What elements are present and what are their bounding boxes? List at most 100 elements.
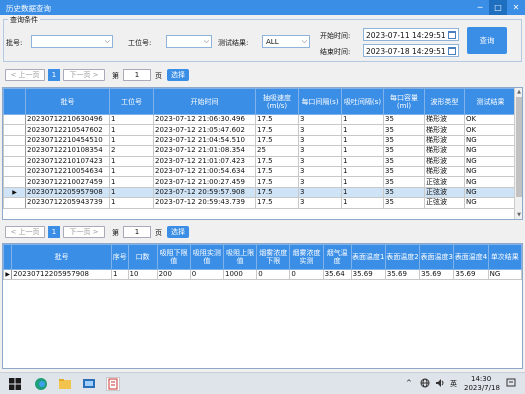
table-cell[interactable]: NG bbox=[487, 268, 522, 281]
prev-page-button[interactable]: < 上一页 bbox=[5, 69, 45, 81]
table-cell[interactable]: 17.5 bbox=[255, 124, 299, 136]
row-header[interactable] bbox=[3, 124, 26, 136]
table-cell[interactable]: 35.69 bbox=[384, 268, 421, 281]
table-cell[interactable]: 梯形波 bbox=[424, 145, 465, 157]
query-button[interactable]: 查询 bbox=[467, 27, 507, 54]
maximize-button[interactable]: □ bbox=[489, 0, 507, 15]
column-header[interactable]: 吸阻实测值 bbox=[189, 244, 225, 270]
network-icon[interactable] bbox=[420, 378, 430, 390]
file-explorer-icon[interactable] bbox=[58, 377, 72, 391]
table-cell[interactable]: 35.69 bbox=[419, 268, 455, 281]
table-cell[interactable]: 1 bbox=[341, 134, 384, 147]
station-combo[interactable]: ⌵ bbox=[166, 35, 212, 48]
row-header[interactable] bbox=[3, 165, 26, 178]
batch-combo[interactable]: ⌵ bbox=[31, 35, 113, 48]
table-row[interactable]: 20230712210108354 2 2023-07-12 21:01:08.35… bbox=[3, 145, 517, 157]
goto-select-button[interactable]: 选择 bbox=[167, 226, 189, 238]
table-cell[interactable]: 1 bbox=[109, 113, 154, 126]
current-page[interactable]: 1 bbox=[48, 226, 60, 238]
history-grid[interactable]: 批号 工位号 开始时间 抽吸速度(ml/s) 每口间隔(s) 吸吐间隔(s) 每口容量(ml… bbox=[2, 87, 523, 220]
column-header[interactable]: 工位号 bbox=[109, 88, 154, 115]
table-cell[interactable]: 1 bbox=[109, 176, 154, 188]
table-cell[interactable]: 20230712210547602 bbox=[25, 124, 110, 136]
table-cell[interactable]: 35 bbox=[383, 134, 425, 147]
column-header[interactable]: 单次结果 bbox=[487, 244, 522, 270]
clock-date[interactable]: 2023/7/18 bbox=[464, 384, 500, 392]
table-row[interactable]: 20230712210054634 1 2023-07-12 21:00:54.63… bbox=[3, 165, 517, 178]
row-header[interactable]: ▶ bbox=[3, 186, 26, 199]
table-cell[interactable]: NG bbox=[464, 197, 517, 209]
table-cell[interactable]: 1000 bbox=[222, 268, 258, 281]
table-cell[interactable]: 1 bbox=[341, 186, 384, 199]
table-cell[interactable]: 17.5 bbox=[255, 134, 299, 147]
column-header[interactable]: 波形类型 bbox=[424, 88, 465, 115]
column-header[interactable]: 表面温度2 bbox=[384, 244, 421, 270]
column-header[interactable]: 吸阻上限值 bbox=[222, 244, 258, 270]
goto-page-input[interactable]: 1 bbox=[123, 69, 151, 81]
row-header[interactable] bbox=[3, 134, 26, 147]
table-cell[interactable]: 35 bbox=[383, 155, 425, 167]
goto-page-input[interactable]: 1 bbox=[123, 226, 151, 238]
calendar-icon[interactable] bbox=[448, 47, 456, 55]
table-cell[interactable]: 20230712210107423 bbox=[25, 155, 110, 167]
next-page-button[interactable]: 下一页 > bbox=[63, 226, 105, 238]
notification-icon[interactable] bbox=[506, 378, 516, 390]
table-cell[interactable]: OK bbox=[464, 124, 517, 136]
goto-select-button[interactable]: 选择 bbox=[167, 69, 189, 81]
column-header[interactable]: 批号 bbox=[25, 88, 110, 115]
table-cell[interactable]: 梯形波 bbox=[424, 124, 465, 136]
table-cell[interactable]: 35 bbox=[383, 176, 425, 188]
table-cell[interactable]: 17.5 bbox=[255, 155, 299, 167]
table-cell[interactable]: 1 bbox=[341, 176, 384, 188]
table-cell[interactable]: 3 bbox=[298, 186, 342, 199]
table-cell[interactable]: 正弦波 bbox=[424, 176, 465, 188]
detail-grid[interactable]: 批号 序号 口数 吸阻下限值 吸阻实测值 吸阻上限值 烟雾浓度下限 烟雾浓度实测 烟气温度 表面温… bbox=[2, 243, 523, 369]
row-header[interactable]: ▶ bbox=[3, 268, 13, 281]
column-header[interactable]: 每口容量(ml) bbox=[383, 88, 425, 115]
table-row[interactable]: 20230712210630496 1 2023-07-12 21:06:30.49… bbox=[3, 113, 517, 126]
table-cell[interactable]: 17.5 bbox=[255, 176, 299, 188]
column-header[interactable]: 抽吸速度(ml/s) bbox=[255, 88, 299, 115]
table-cell[interactable]: 2023-07-12 21:00:54.634 bbox=[153, 165, 256, 178]
table-cell[interactable]: 20230712210108354 bbox=[25, 145, 110, 157]
table-cell[interactable]: 20230712205943739 bbox=[25, 197, 110, 209]
table-cell[interactable]: 1 bbox=[341, 165, 384, 178]
table-cell[interactable]: 0 bbox=[256, 268, 291, 281]
table-row[interactable]: 20230712210107423 1 2023-07-12 21:01:07.42… bbox=[3, 155, 517, 167]
end-time-picker[interactable]: 2023-07-18 14:29:51 bbox=[363, 44, 459, 57]
table-cell[interactable]: 2023-07-12 21:00:27.459 bbox=[153, 176, 256, 188]
table-cell[interactable]: 1 bbox=[109, 124, 154, 136]
table-cell[interactable]: 1 bbox=[341, 197, 384, 209]
result-combo[interactable]: ALL ⌵ bbox=[262, 35, 310, 48]
column-header[interactable]: 开始时间 bbox=[153, 88, 256, 115]
clock-time[interactable]: 14:30 bbox=[471, 375, 491, 383]
table-cell[interactable]: 2023-07-12 20:59:57.908 bbox=[153, 186, 256, 199]
table-cell[interactable]: 2023-07-12 20:59:43.739 bbox=[153, 197, 256, 209]
scroll-thumb[interactable] bbox=[516, 97, 522, 197]
table-cell[interactable]: 1 bbox=[341, 113, 384, 126]
table-row[interactable]: 20230712205943739 1 2023-07-12 20:59:43.73… bbox=[3, 197, 517, 209]
column-header[interactable]: 测试结果 bbox=[464, 88, 517, 115]
table-cell[interactable]: 200 bbox=[156, 268, 191, 281]
table-cell[interactable]: 1 bbox=[109, 155, 154, 167]
table-cell[interactable]: 2023-07-12 21:04:54.510 bbox=[153, 134, 256, 147]
column-header[interactable]: 口数 bbox=[127, 244, 158, 270]
minimize-button[interactable]: ─ bbox=[471, 0, 489, 15]
row-header[interactable] bbox=[3, 113, 26, 126]
edge-browser-icon[interactable] bbox=[34, 377, 48, 391]
column-header[interactable]: 烟雾浓度下限 bbox=[256, 244, 291, 270]
table-cell[interactable]: 35 bbox=[383, 197, 425, 209]
table-cell[interactable]: 20230712210454510 bbox=[25, 134, 110, 147]
table-cell[interactable]: OK bbox=[464, 113, 517, 126]
history-grid-scrollbar[interactable]: ▲ ▼ bbox=[514, 88, 522, 219]
table-cell[interactable]: 0 bbox=[289, 268, 324, 281]
table-cell[interactable]: NG bbox=[464, 145, 517, 157]
row-header[interactable] bbox=[3, 145, 26, 157]
table-cell[interactable]: 35 bbox=[383, 165, 425, 178]
table-cell[interactable]: NG bbox=[464, 176, 517, 188]
table-cell[interactable]: NG bbox=[464, 165, 517, 178]
table-cell[interactable]: 17.5 bbox=[255, 113, 299, 126]
scroll-up-icon[interactable]: ▲ bbox=[515, 88, 522, 96]
table-cell[interactable]: 17.5 bbox=[255, 165, 299, 178]
table-cell[interactable]: 35 bbox=[383, 124, 425, 136]
